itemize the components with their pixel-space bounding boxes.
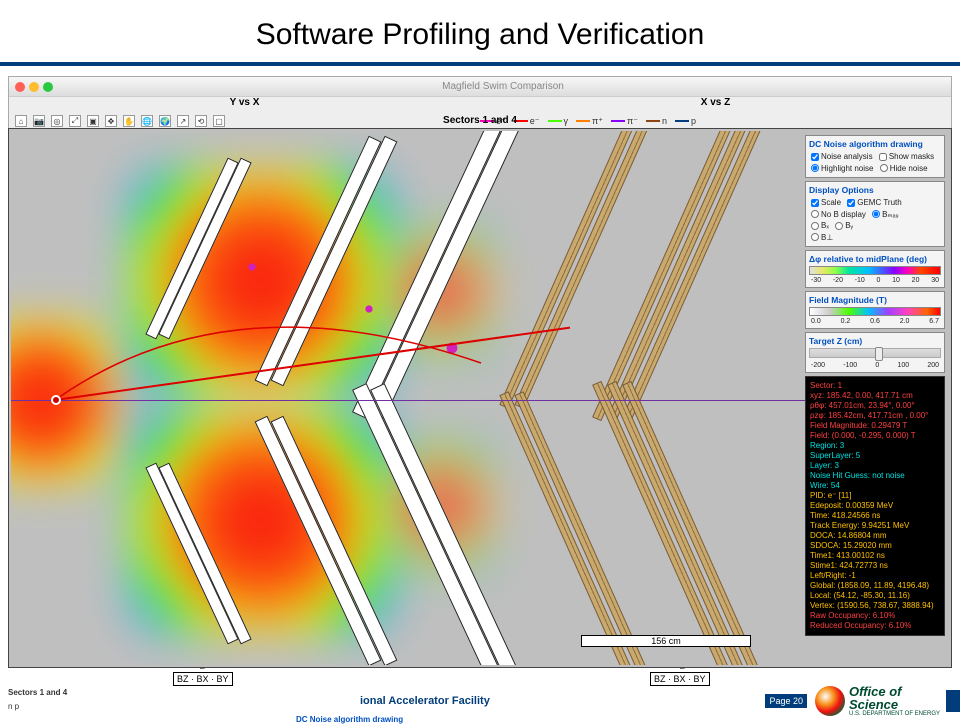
scale-bar: 156 cm bbox=[581, 635, 751, 647]
minimize-icon[interactable] bbox=[29, 82, 39, 92]
panel-field-magnitude: Field Magnitude (T) 0.00.20.62.06.7 bbox=[805, 291, 945, 329]
main-plot[interactable]: 156 cm DC Noise algorithm drawing Noise … bbox=[8, 128, 952, 668]
close-icon[interactable] bbox=[15, 82, 25, 92]
rb-by[interactable]: Bᵧ bbox=[835, 221, 853, 230]
window-titlebar[interactable]: Magfield Swim Comparison bbox=[9, 77, 951, 97]
zoom-icon[interactable] bbox=[43, 82, 53, 92]
window-title: Magfield Swim Comparison bbox=[442, 81, 564, 92]
panel-target-z: Target Z (cm) -200-1000100200 bbox=[805, 332, 945, 373]
rb-bx[interactable]: Bₓ bbox=[811, 221, 829, 230]
cb-noise-analysis[interactable]: Noise analysis bbox=[811, 152, 873, 161]
facility-text: ional Accelerator Facility bbox=[360, 695, 490, 707]
panel-display-options: Display Options Scale GEMC Truth No B di… bbox=[805, 181, 945, 247]
page-badge: Page 20 bbox=[765, 694, 807, 708]
cb-gemc[interactable]: GEMC Truth bbox=[847, 198, 901, 207]
cb-show-masks[interactable]: Show masks bbox=[879, 152, 934, 161]
rb-bmag[interactable]: Bₘₐ₉ bbox=[872, 210, 898, 219]
side-panels: DC Noise algorithm drawing Noise analysi… bbox=[805, 135, 945, 636]
rb-no-b[interactable]: No B display bbox=[811, 210, 866, 219]
title-divider bbox=[0, 62, 960, 66]
rb-highlight-noise[interactable]: Highlight noise bbox=[811, 164, 873, 173]
dphi-gradient bbox=[809, 266, 941, 275]
panel-dphi: Δφ relative to midPlane (deg) -30-20-100… bbox=[805, 250, 945, 288]
office-of-science-logo: Office of Science U.S. DEPARTMENT OF ENE… bbox=[815, 685, 940, 717]
plot-label-right: X vs Z bbox=[480, 97, 951, 112]
rb-hide-noise[interactable]: Hide noise bbox=[880, 164, 928, 173]
info-terminal: Sector: 1xyz: 185.42, 0.00, 417.71 cmρθφ… bbox=[805, 376, 945, 636]
panel-dc-noise: DC Noise algorithm drawing Noise analysi… bbox=[805, 135, 945, 178]
rb-bz[interactable]: B⊥ bbox=[811, 233, 833, 242]
cb-scale[interactable]: Scale bbox=[811, 198, 841, 207]
plot-label-left: Y vs X bbox=[9, 97, 480, 112]
targetz-slider[interactable] bbox=[809, 348, 941, 358]
slide-title: Software Profiling and Verification bbox=[0, 0, 960, 62]
footer: ional Accelerator Facility Page 20 Offic… bbox=[0, 682, 960, 720]
vertex-marker bbox=[51, 395, 61, 405]
sector-label: Sectors 1 and 4 bbox=[9, 115, 951, 126]
fieldmag-gradient bbox=[809, 307, 941, 316]
